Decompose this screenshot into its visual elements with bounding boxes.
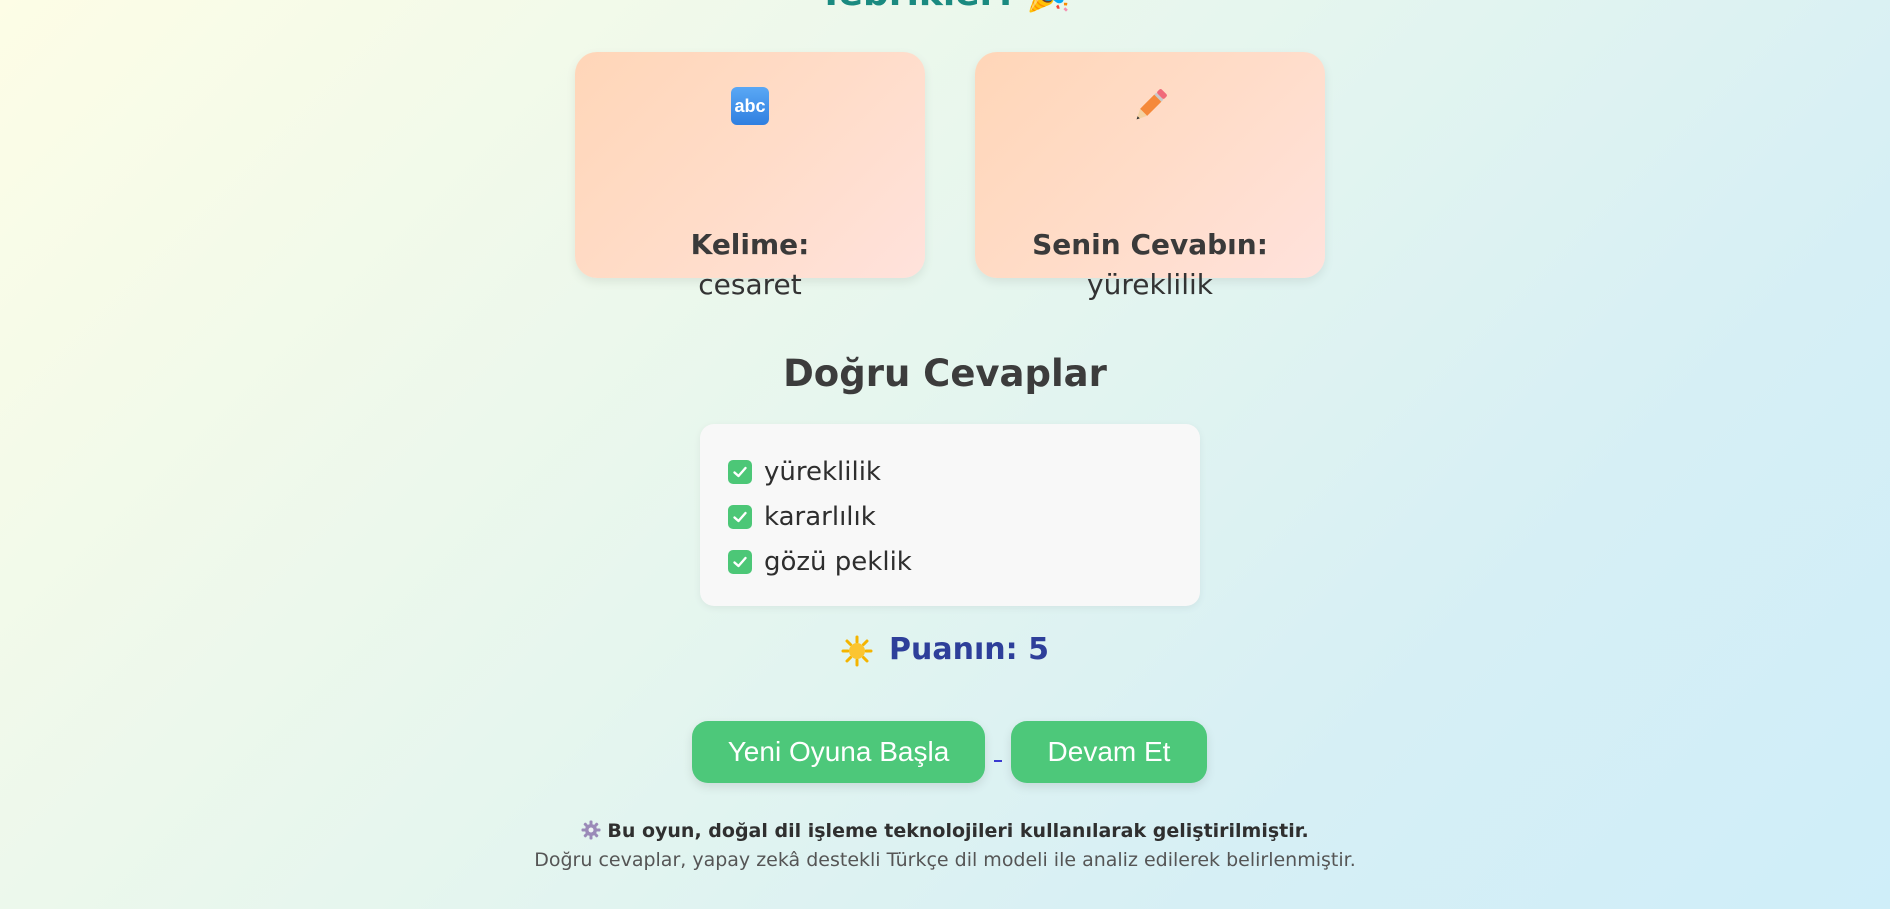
- list-item: kararlılık: [728, 497, 876, 537]
- word-label: Kelime:: [690, 228, 810, 261]
- new-game-button[interactable]: Yeni Oyuna Başla: [692, 721, 985, 783]
- answer-label: Senin Cevabın:: [1032, 228, 1268, 261]
- sun-icon: [841, 635, 873, 666]
- answer-value: yüreklilik: [1087, 268, 1213, 301]
- answer-text: kararlılık: [764, 502, 876, 532]
- correct-answers-title: Doğru Cevaplar: [783, 352, 1107, 395]
- word-card: abc Kelime: cesaret: [575, 52, 925, 301]
- check-icon: [728, 460, 752, 484]
- check-icon: [728, 550, 752, 574]
- continue-button[interactable]: Devam Et: [1011, 721, 1207, 783]
- answer-text: gözü peklik: [764, 547, 912, 577]
- footer-line-1: Bu oyun, doğal dil işleme teknolojileri …: [607, 820, 1309, 842]
- footer-line-2: Doğru cevaplar, yapay zekâ destekli Türk…: [534, 849, 1356, 871]
- answer-text: yüreklilik: [764, 457, 881, 487]
- gear-icon: [581, 820, 601, 840]
- answer-card: Senin Cevabın: yüreklilik: [975, 52, 1325, 301]
- correct-answers-list: yüreklilik kararlılık gözü peklik: [700, 424, 1200, 606]
- word-value: cesaret: [698, 268, 802, 301]
- abc-icon: abc: [731, 87, 769, 125]
- pencil-icon: [1136, 89, 1167, 120]
- page-title: Tebrikler! 🎉: [0, 0, 1890, 14]
- score-text: Puanın: 5: [889, 632, 1049, 667]
- list-item: yüreklilik: [728, 452, 881, 492]
- link-underline: [994, 760, 1002, 762]
- footer-credit: Bu oyun, doğal dil işleme teknolojileri …: [0, 820, 1890, 842]
- check-icon: [728, 505, 752, 529]
- score: Puanın: 5: [0, 632, 1890, 667]
- list-item: gözü peklik: [728, 542, 912, 582]
